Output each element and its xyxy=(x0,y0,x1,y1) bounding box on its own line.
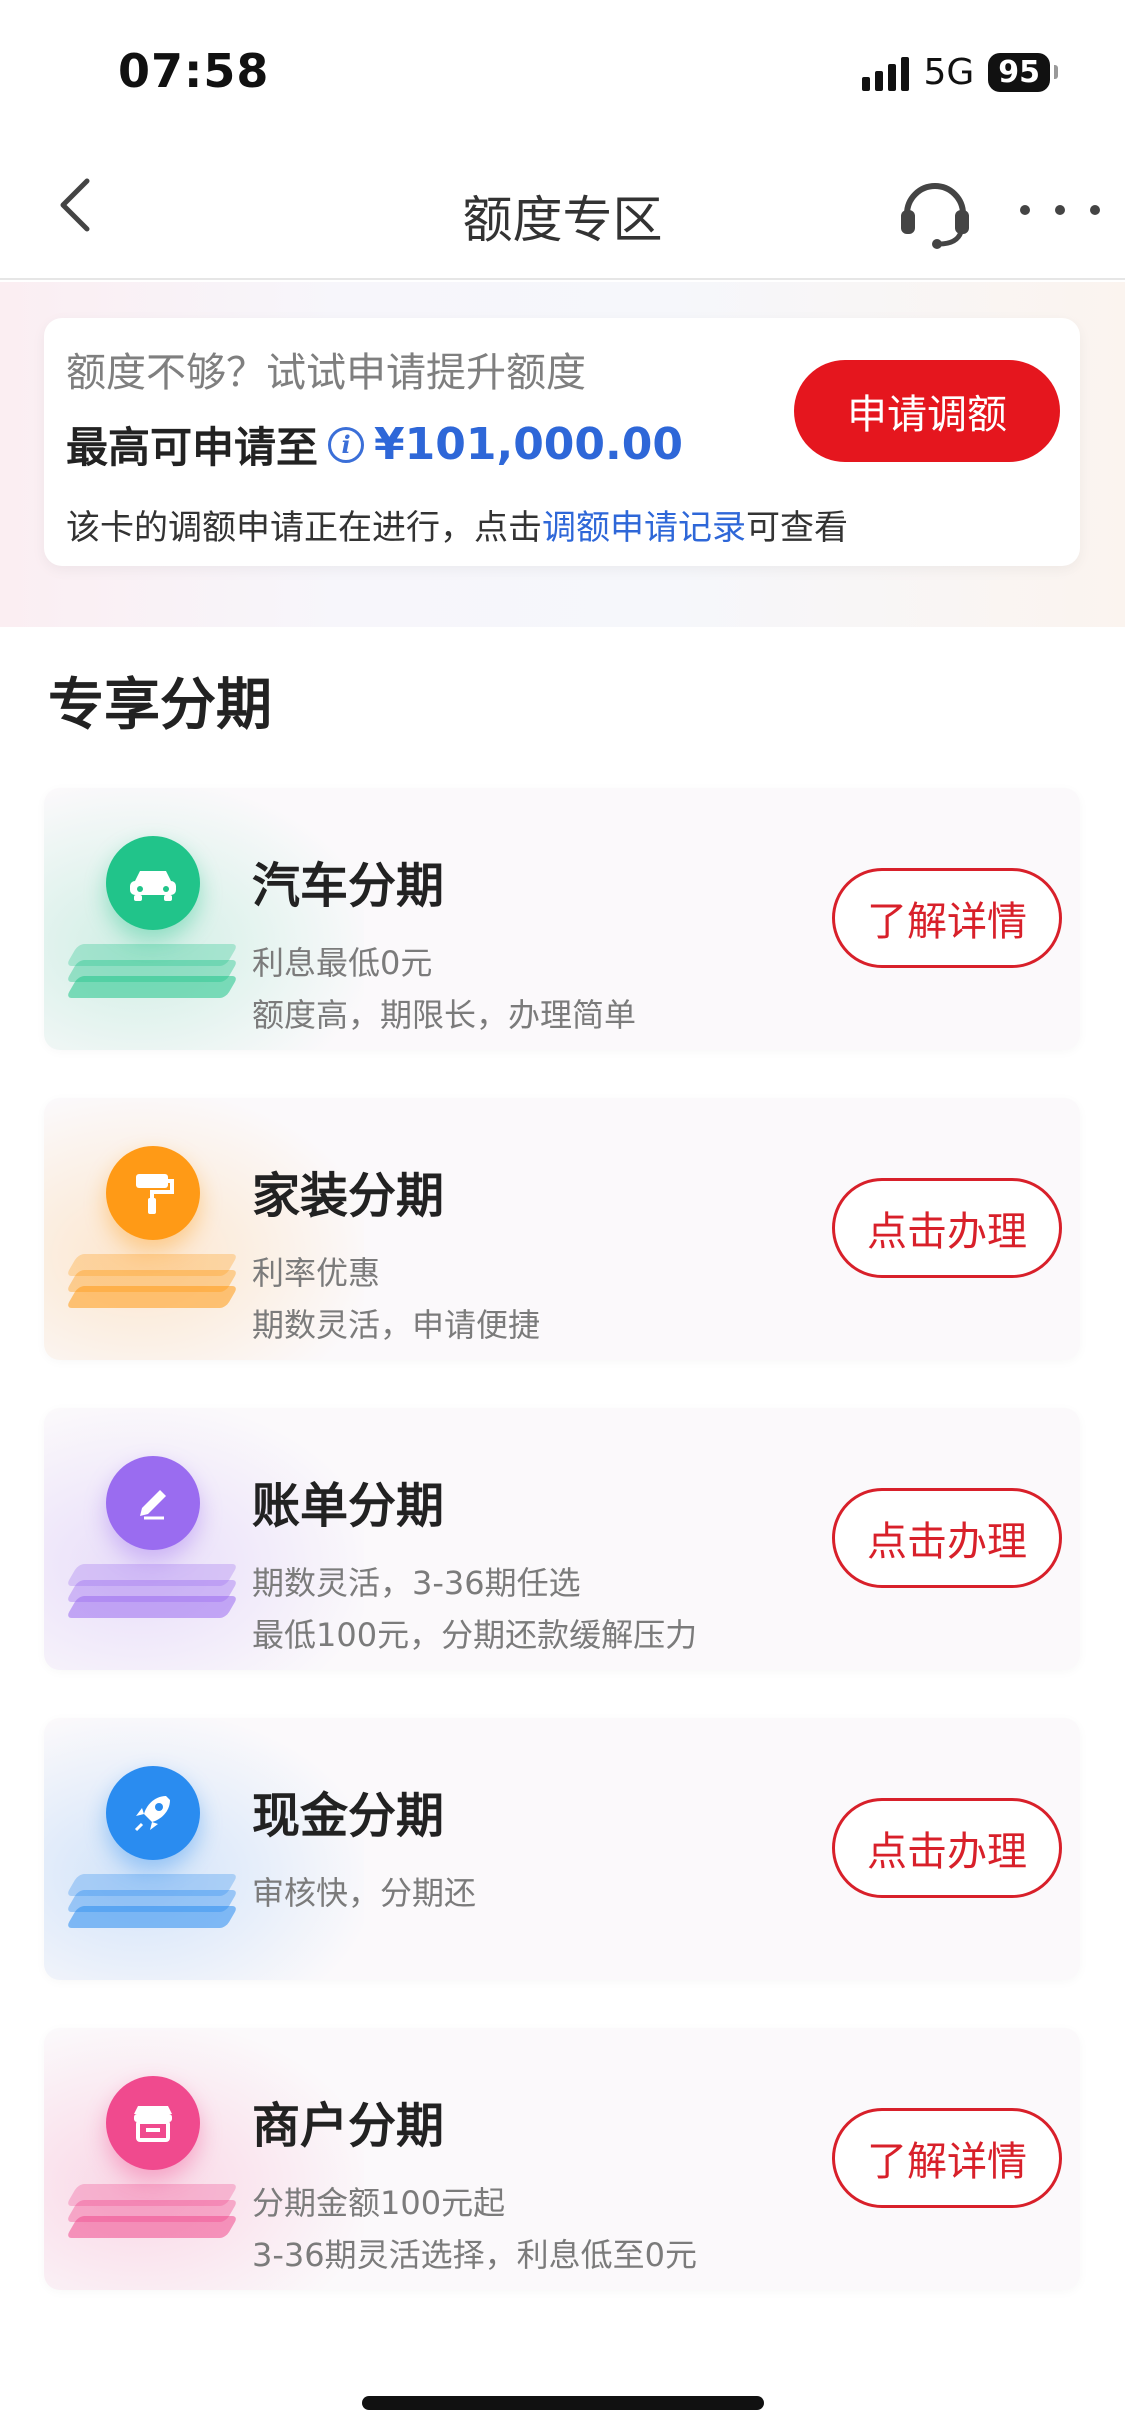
card-desc-2: 期数灵活，申请便捷 xyxy=(252,1306,541,1344)
battery-level: 95 xyxy=(998,55,1040,90)
apply-now-button[interactable]: 点击办理 xyxy=(832,1798,1062,1898)
home-indicator xyxy=(362,2396,764,2410)
more-options-button[interactable] xyxy=(1020,180,1100,240)
card-title: 家装分期 xyxy=(252,1168,445,1224)
paint-roller-icon xyxy=(56,1138,256,1318)
store-icon xyxy=(56,2068,256,2248)
section-title: 专享分期 xyxy=(48,673,272,738)
info-icon[interactable]: i xyxy=(328,426,365,463)
apply-now-button[interactable]: 点击办理 xyxy=(832,1488,1062,1588)
installment-card[interactable]: 账单分期 期数灵活，3-36期任选 最低100元，分期还款缓解压力 点击办理 xyxy=(44,1408,1080,1670)
card-desc-1: 分期金额100元起 xyxy=(252,2184,506,2222)
installment-card[interactable]: 汽车分期 利息最低0元 额度高，期限长，办理简单 了解详情 xyxy=(44,788,1080,1050)
network-label: 5G xyxy=(923,52,975,93)
card-desc-1: 审核快，分期还 xyxy=(252,1874,477,1912)
status-indicators: 5G 95 xyxy=(862,52,1058,93)
card-desc-2: 3-36期灵活选择，利息低至0元 xyxy=(252,2236,697,2274)
headset-icon xyxy=(901,183,969,249)
icon-circle xyxy=(106,836,200,930)
card-desc-1: 利率优惠 xyxy=(252,1254,381,1292)
rocket-icon xyxy=(56,1758,256,1938)
card-title: 商户分期 xyxy=(252,2098,445,2154)
dot-icon xyxy=(1020,205,1030,215)
card-desc-2: 最低100元，分期还款缓解压力 xyxy=(252,1616,698,1654)
icon-plate xyxy=(65,1874,239,1896)
icon-plate xyxy=(65,1564,239,1586)
dot-icon xyxy=(1055,205,1065,215)
battery-icon: 95 xyxy=(988,53,1058,92)
installment-card[interactable]: 现金分期 审核快，分期还 点击办理 xyxy=(44,1718,1080,1980)
icon-plate xyxy=(65,944,239,966)
icon-circle xyxy=(106,1766,200,1860)
credit-hint: 额度不够？试试申请提升额度 xyxy=(66,350,586,396)
icon-circle xyxy=(106,1146,200,1240)
adjust-record-link[interactable]: 调额申请记录 xyxy=(542,508,746,548)
customer-service-button[interactable] xyxy=(895,170,975,250)
learn-more-button[interactable]: 了解详情 xyxy=(832,868,1062,968)
card-title: 汽车分期 xyxy=(252,858,445,914)
credit-card-panel: 额度不够？试试申请提升额度 最高可申请至 i ¥101,000.00 该卡的调额… xyxy=(44,318,1080,566)
dot-icon xyxy=(1090,205,1100,215)
credit-note-suffix: 可查看 xyxy=(746,508,848,548)
card-title: 账单分期 xyxy=(252,1478,445,1534)
installment-card[interactable]: 家装分期 利率优惠 期数灵活，申请便捷 点击办理 xyxy=(44,1098,1080,1360)
card-title: 现金分期 xyxy=(252,1788,445,1844)
icon-plate xyxy=(65,1254,239,1276)
icon-circle xyxy=(106,2076,200,2170)
icon-circle xyxy=(106,1456,200,1550)
car-icon xyxy=(56,828,256,1008)
pencil-icon xyxy=(56,1448,256,1628)
credit-note: 该卡的调额申请正在进行，点击调额申请记录可查看 xyxy=(66,500,848,549)
apply-adjust-button[interactable]: 申请调额 xyxy=(794,360,1060,462)
status-time: 07:58 xyxy=(118,44,270,98)
signal-icon xyxy=(862,55,910,91)
status-bar: 07:58 5G 95 xyxy=(0,0,1125,140)
icon-plate xyxy=(65,2184,239,2206)
learn-more-button[interactable]: 了解详情 xyxy=(832,2108,1062,2208)
nav-bar: 额度专区 xyxy=(0,140,1125,280)
apply-now-button[interactable]: 点击办理 xyxy=(832,1178,1062,1278)
credit-note-prefix: 该卡的调额申请正在进行，点击 xyxy=(66,508,542,548)
card-desc-1: 利息最低0元 xyxy=(252,944,433,982)
card-desc-1: 期数灵活，3-36期任选 xyxy=(252,1564,581,1602)
card-desc-2: 额度高，期限长，办理简单 xyxy=(252,996,637,1034)
credit-max-label: 最高可申请至 xyxy=(66,423,319,472)
credit-max-row: 最高可申请至 i ¥101,000.00 xyxy=(66,414,683,475)
installment-card[interactable]: 商户分期 分期金额100元起 3-36期灵活选择，利息低至0元 了解详情 xyxy=(44,2028,1080,2290)
credit-amount: ¥101,000.00 xyxy=(374,419,683,470)
